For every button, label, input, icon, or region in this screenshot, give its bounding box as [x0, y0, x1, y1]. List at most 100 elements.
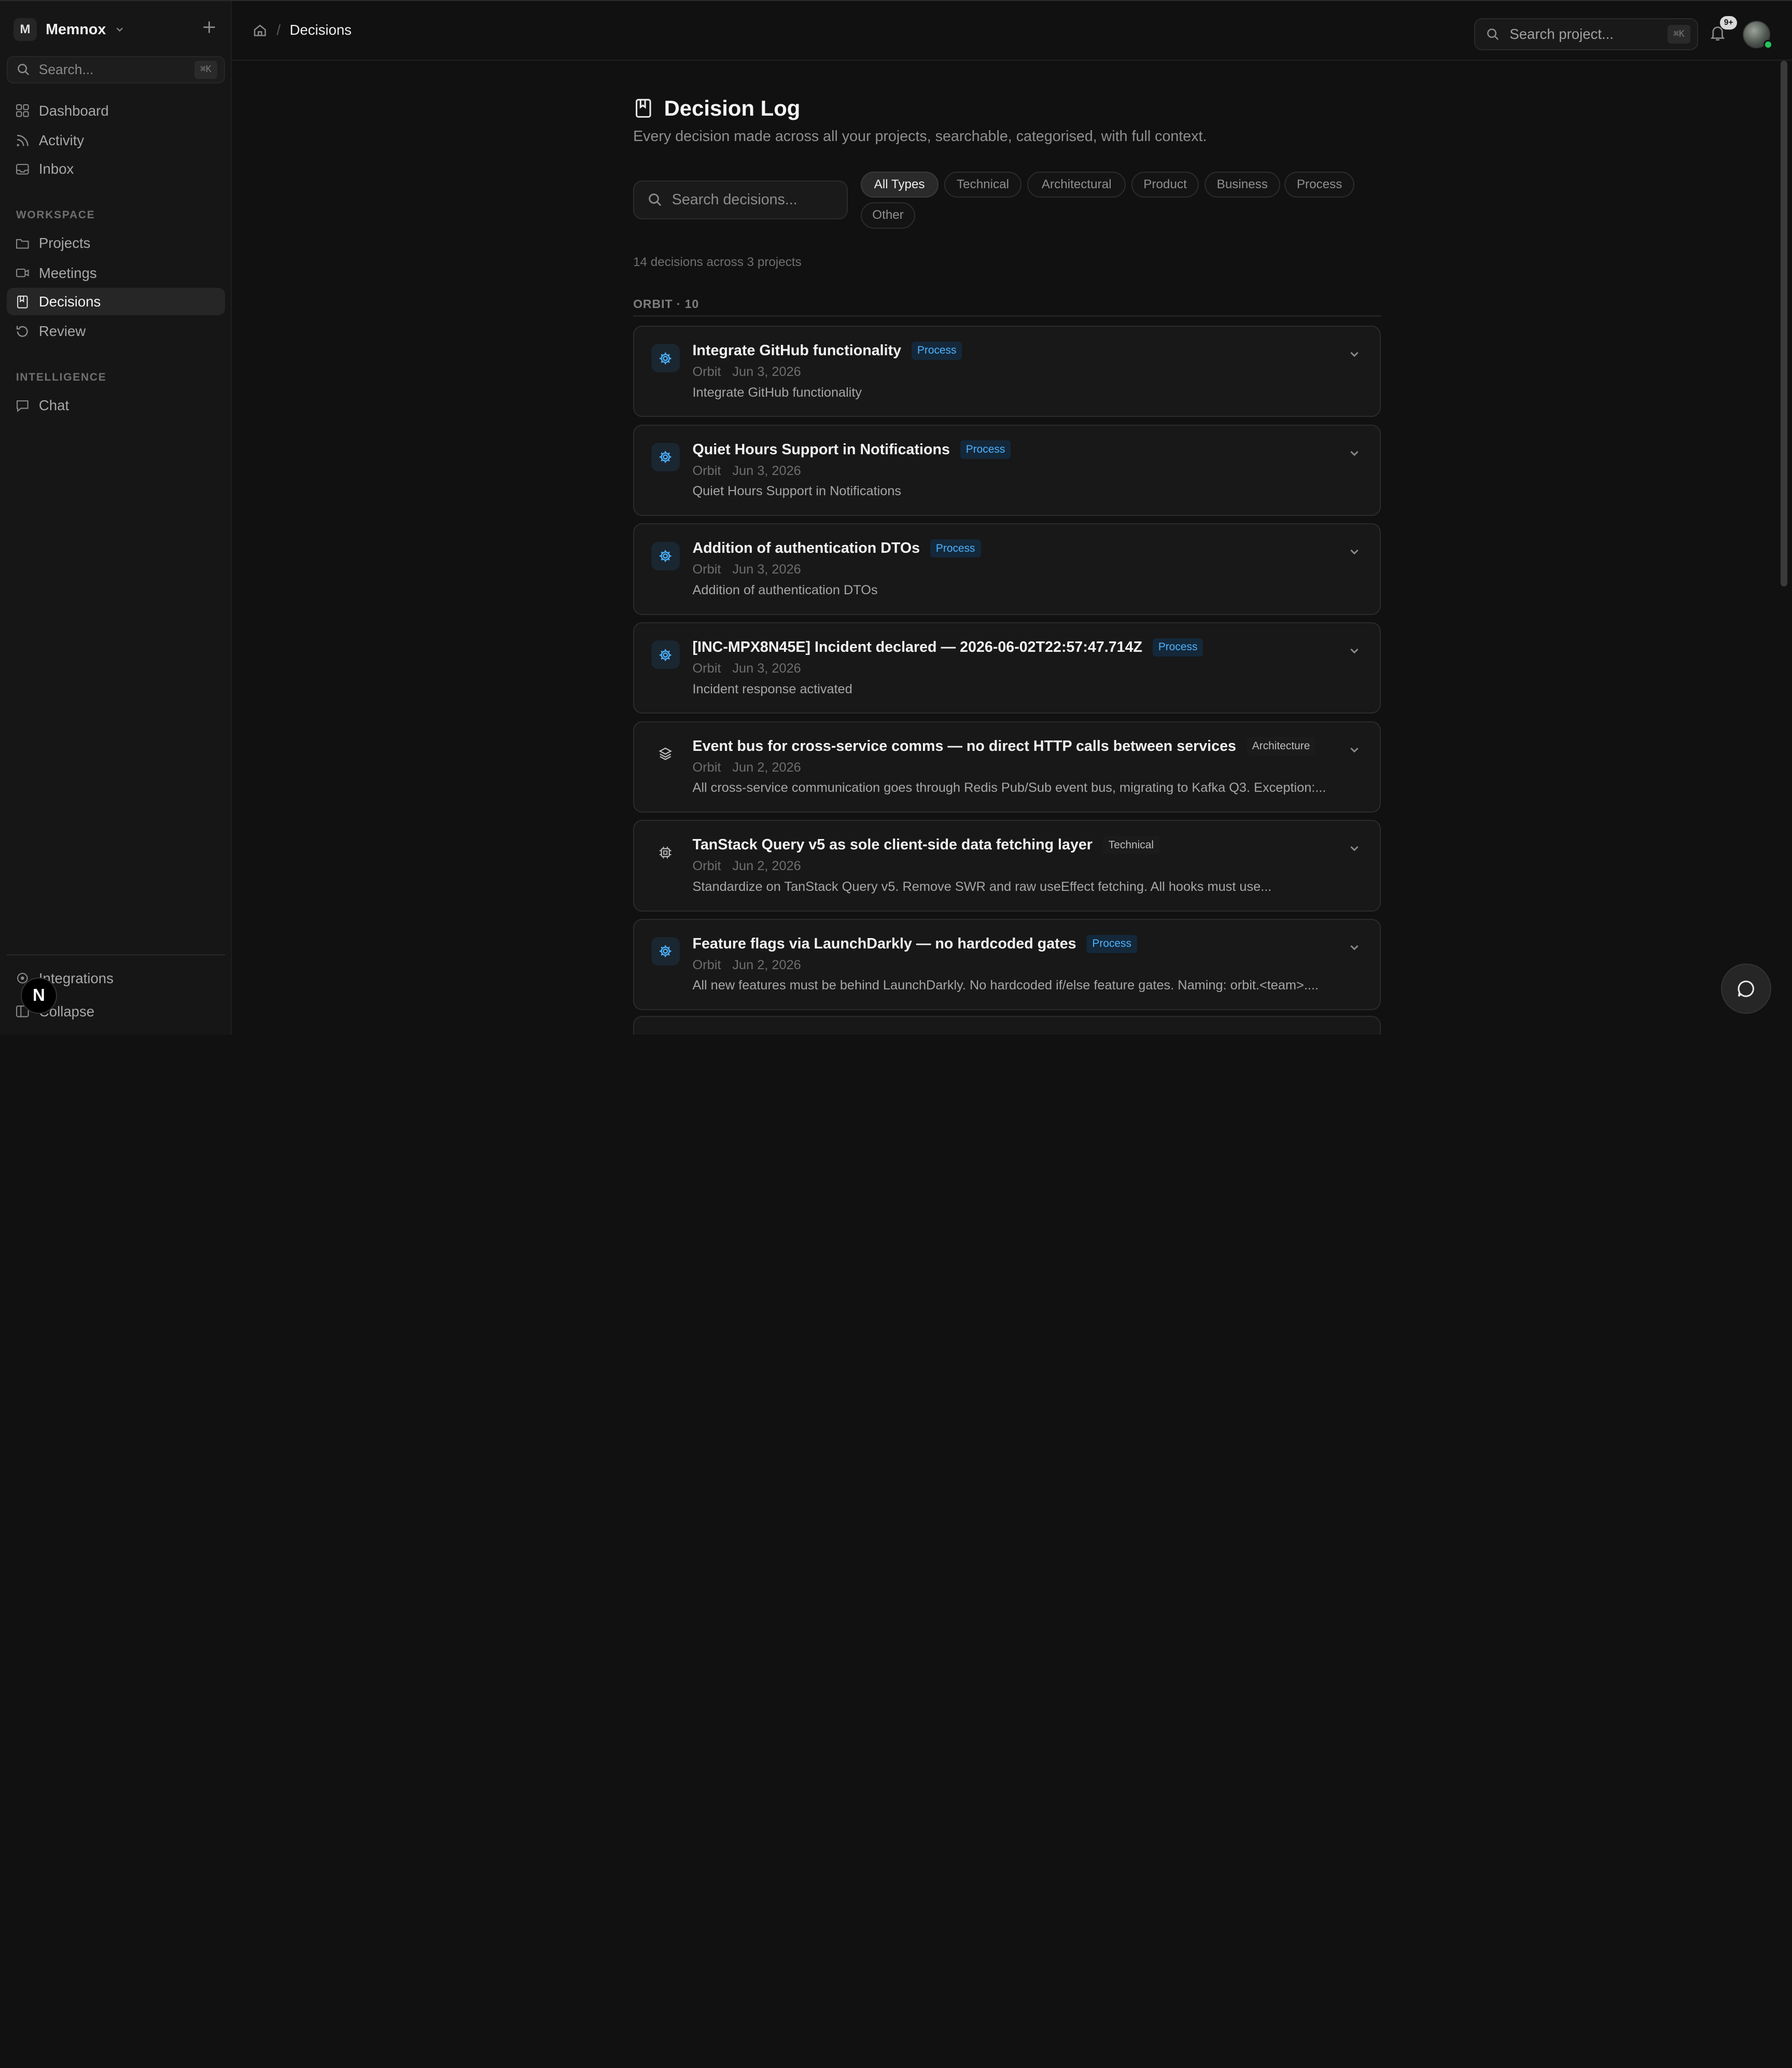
- decision-type-tag: Architecture: [1246, 737, 1316, 756]
- sidebar-item-label: Activity: [38, 132, 85, 149]
- sidebar-item-inbox[interactable]: Inbox: [7, 156, 225, 183]
- filter-chip-all-types[interactable]: All Types: [860, 171, 939, 198]
- sidebar-search-input[interactable]: Search... ⌘K: [7, 55, 226, 83]
- workspace-name: Memnox: [46, 21, 106, 38]
- rss-icon: [17, 134, 29, 146]
- decision-description: Quiet Hours Support in Notifications: [692, 484, 902, 499]
- search-icon: [1487, 29, 1499, 40]
- sidebar-search-placeholder: Search...: [38, 61, 94, 77]
- gear-icon: [651, 442, 680, 471]
- sidebar-item-label: Decisions: [38, 293, 101, 310]
- section-label-workspace: WORKSPACE: [16, 209, 95, 221]
- filter-chip-architectural[interactable]: Architectural: [1027, 171, 1126, 198]
- decision-type-tag: Process: [1086, 934, 1137, 953]
- project-search-input[interactable]: Search project... ⌘K: [1474, 18, 1699, 50]
- sidebar-item-meetings[interactable]: Meetings: [7, 259, 225, 287]
- search-icon: [648, 193, 661, 206]
- chevron-down-icon: [116, 27, 123, 32]
- breadcrumb-current: Decisions: [289, 21, 352, 38]
- decision-date: Jun 2, 2026: [732, 760, 801, 775]
- sidebar-item-chat[interactable]: Chat: [7, 392, 225, 420]
- decision-title-row: Quiet Hours Support in Notifications Proc…: [692, 440, 1011, 459]
- decision-type-tag: Technical: [1102, 836, 1160, 855]
- bookmark-icon: [17, 295, 28, 309]
- filter-chip-other[interactable]: Other: [860, 202, 916, 229]
- gear-icon: [651, 937, 680, 966]
- decision-search-placeholder: Search decisions...: [671, 191, 797, 208]
- chat-fab[interactable]: [1721, 963, 1772, 1014]
- cpu-icon: [651, 838, 680, 867]
- filter-chip-business[interactable]: Business: [1205, 171, 1280, 198]
- decision-project: Orbit: [692, 957, 721, 972]
- decision-description: Addition of authentication DTOs: [692, 582, 878, 597]
- decision-description: All cross-service communication goes thr…: [692, 780, 1326, 795]
- workspace-avatar: M: [13, 18, 37, 41]
- decision-description: Incident response activated: [692, 681, 852, 696]
- decision-type-tag: Process: [960, 440, 1011, 459]
- sidebar-footer-divider: [7, 954, 226, 956]
- chat-bubble-icon: [1738, 980, 1754, 997]
- decision-description: All new features must be behind LaunchDa…: [692, 978, 1319, 993]
- sidebar-item-dashboard[interactable]: Dashboard: [7, 97, 225, 124]
- decision-title-row: [INC-MPX8N45E] Incident declared — 2026-…: [692, 638, 1203, 657]
- chevron-down-icon[interactable]: [1349, 546, 1360, 557]
- scrollbar[interactable]: [1780, 60, 1788, 586]
- refresh-icon: [16, 326, 28, 337]
- decision-card[interactable]: Quiet Hours Support in Notifications Proc…: [633, 424, 1381, 516]
- decision-card[interactable]: Event bus for cross-service comms — no d…: [633, 721, 1381, 813]
- sidebar-item-activity[interactable]: Activity: [7, 127, 225, 155]
- decision-card-partial[interactable]: [633, 1016, 1381, 1035]
- decision-card[interactable]: TanStack Query v5 as sole client-side da…: [633, 820, 1381, 912]
- decision-card[interactable]: Feature flags via LaunchDarkly — no hard…: [633, 919, 1381, 1011]
- filter-chip-process[interactable]: Process: [1284, 171, 1354, 198]
- shortcut-hint: ⌘K: [194, 60, 217, 79]
- filter-chip-technical[interactable]: Technical: [944, 171, 1022, 198]
- chevron-down-icon[interactable]: [1349, 348, 1360, 360]
- decision-type-tag: Process: [930, 539, 981, 558]
- home-icon[interactable]: [253, 23, 268, 38]
- online-status-dot: [1763, 40, 1773, 49]
- plus-icon[interactable]: [201, 19, 217, 35]
- decision-type-tag: Process: [911, 341, 962, 360]
- section-label-intelligence: INTELLIGENCE: [16, 371, 107, 384]
- gear-icon: [651, 541, 680, 570]
- decision-title-row: Integrate GitHub functionality Process: [692, 341, 962, 360]
- chevron-down-icon[interactable]: [1349, 448, 1360, 459]
- sidebar-item-label: Review: [38, 323, 86, 340]
- decision-card[interactable]: Addition of authentication DTOs Process Or…: [633, 523, 1381, 615]
- decision-project: Orbit: [692, 859, 721, 874]
- chevron-down-icon[interactable]: [1349, 843, 1360, 854]
- project-search-placeholder: Search project...: [1509, 26, 1614, 43]
- sidebar: M Memnox Search... ⌘K Dashboard Activity…: [0, 1, 232, 1035]
- decision-title-row: Event bus for cross-service comms — no d…: [692, 737, 1316, 756]
- gear-icon: [651, 640, 680, 669]
- decision-project: Orbit: [692, 364, 721, 379]
- decision-card[interactable]: [INC-MPX8N45E] Incident declared — 2026-…: [633, 622, 1381, 714]
- assistant-fab[interactable]: N: [20, 977, 58, 1014]
- decision-search-input[interactable]: Search decisions...: [633, 180, 848, 220]
- sidebar-item-label: Dashboard: [38, 102, 109, 119]
- decision-title-row: Addition of authentication DTOs Process: [692, 539, 981, 558]
- decision-meta: Orbit Jun 3, 2026: [692, 661, 801, 676]
- chevron-down-icon[interactable]: [1349, 942, 1360, 953]
- group-divider: [633, 315, 1381, 317]
- decision-meta: Orbit Jun 2, 2026: [692, 760, 801, 775]
- sidebar-item-review[interactable]: Review: [7, 318, 225, 345]
- shortcut-hint: ⌘K: [1667, 25, 1691, 44]
- sidebar-item-decisions[interactable]: Decisions: [7, 288, 226, 316]
- decision-type-tag: Process: [1152, 638, 1203, 657]
- decision-date: Jun 2, 2026: [732, 859, 801, 874]
- workspace-switcher[interactable]: M Memnox: [13, 17, 124, 42]
- chevron-down-icon[interactable]: [1349, 645, 1360, 656]
- decision-project: Orbit: [692, 463, 721, 478]
- decision-card[interactable]: Integrate GitHub functionality Process Orb…: [633, 326, 1381, 417]
- decision-title: TanStack Query v5 as sole client-side da…: [692, 836, 1093, 854]
- decision-date: Jun 3, 2026: [732, 661, 801, 676]
- sidebar-item-projects[interactable]: Projects: [7, 230, 225, 257]
- layers-icon: [651, 739, 680, 768]
- decision-title: Feature flags via LaunchDarkly — no hard…: [692, 935, 1076, 952]
- filter-chip-product[interactable]: Product: [1131, 171, 1199, 198]
- chevron-down-icon[interactable]: [1349, 744, 1360, 756]
- decision-project: Orbit: [692, 661, 721, 676]
- decision-title: [INC-MPX8N45E] Incident declared — 2026-…: [692, 638, 1142, 655]
